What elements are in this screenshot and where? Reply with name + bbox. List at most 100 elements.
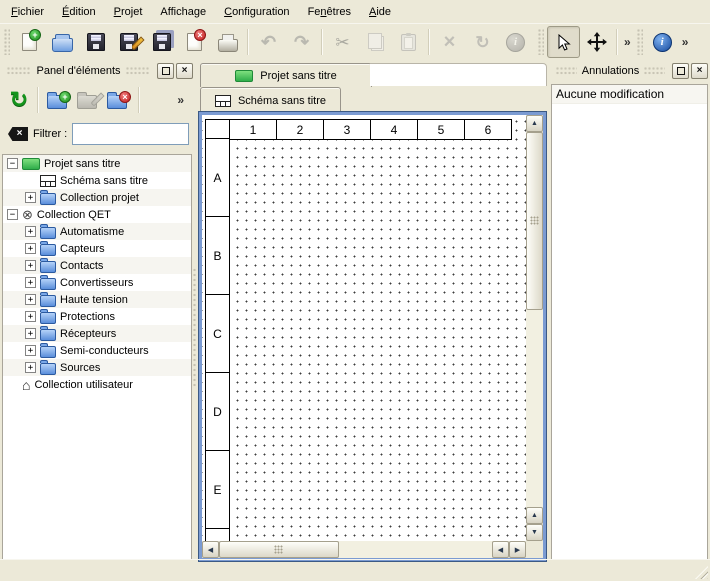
tree-item-collection-projet[interactable]: + Collection projet <box>3 189 191 206</box>
horizontal-scroll-track[interactable] <box>339 541 492 558</box>
delete-button[interactable]: × <box>433 26 466 58</box>
tree-item-automatisme[interactable]: + Automatisme <box>3 223 191 240</box>
expand-icon[interactable]: + <box>25 328 36 339</box>
tree-item-label: Récepteurs <box>60 328 116 340</box>
collapse-icon[interactable]: − <box>7 158 18 169</box>
reload-collections-button[interactable]: ↻ <box>4 85 34 115</box>
tree-item-contacts[interactable]: + Contacts <box>3 257 191 274</box>
tree-item-semi-conducteurs[interactable]: + Semi-conducteurs <box>3 342 191 359</box>
expand-icon[interactable]: + <box>25 345 36 356</box>
vertical-scroll-track[interactable] <box>526 310 543 507</box>
filter-input[interactable] <box>72 123 189 145</box>
undo-panel-titlebar[interactable]: Annulations × <box>551 62 708 80</box>
open-project-button[interactable] <box>46 26 79 58</box>
toolbar-drag-handle[interactable] <box>637 29 643 55</box>
scroll-left-button[interactable]: ◀ <box>202 541 219 558</box>
tree-item-label: Collection QET <box>37 209 111 221</box>
undo-history-list[interactable]: Aucune modification <box>551 84 708 560</box>
menu-projet[interactable]: Projet <box>105 3 152 21</box>
menu-aide[interactable]: Aide <box>360 3 400 21</box>
restore-icon <box>677 67 685 75</box>
expand-icon[interactable]: + <box>25 362 36 373</box>
undo-button[interactable]: ↶ <box>252 26 285 58</box>
expand-icon[interactable]: + <box>25 192 36 203</box>
tab-schema-sans-titre[interactable]: Schéma sans titre <box>200 87 341 113</box>
expand-icon[interactable]: + <box>25 260 36 271</box>
float-panel-button[interactable] <box>157 63 174 79</box>
new-project-button[interactable]: + <box>13 26 46 58</box>
toolbar-drag-handle[interactable] <box>538 29 544 55</box>
expand-icon[interactable]: + <box>25 226 36 237</box>
toolbar-drag-handle[interactable] <box>4 29 10 55</box>
undo-list-item[interactable]: Aucune modification <box>552 85 707 104</box>
about-info-button[interactable]: i <box>646 26 679 58</box>
scroll-left-button-right[interactable]: ◀ <box>492 541 509 558</box>
project-icon <box>235 70 253 82</box>
expand-icon[interactable]: + <box>25 243 36 254</box>
element-info-button[interactable]: i <box>499 26 532 58</box>
refresh-icon: ↻ <box>10 89 28 111</box>
tree-item-collection-utilisateur[interactable]: ⌂ Collection utilisateur <box>3 376 191 393</box>
tab-bar-filler <box>370 63 547 86</box>
tree-item-convertisseurs[interactable]: + Convertisseurs <box>3 274 191 291</box>
menu-fenetres[interactable]: Fenêtres <box>299 3 360 21</box>
delete-category-button[interactable]: × <box>102 85 132 115</box>
save-all-button[interactable] <box>145 26 178 58</box>
tree-item-protections[interactable]: + Protections <box>3 308 191 325</box>
vertical-scrollbar[interactable]: ▲ ▲ ▼ <box>526 115 543 541</box>
clear-filter-icon[interactable]: × <box>8 127 28 141</box>
expand-icon[interactable]: + <box>25 311 36 322</box>
new-category-button[interactable]: + <box>42 85 72 115</box>
toolbar-overflow-chevron[interactable]: » <box>621 35 634 49</box>
tree-item-projet-sans-titre[interactable]: − Projet sans titre <box>3 155 191 172</box>
copy-button[interactable] <box>359 26 392 58</box>
cut-button[interactable]: ✂ <box>326 26 359 58</box>
diagram-view[interactable]: 1 2 3 4 5 6 A B C D E ▲ ▲ ▼ ◀ ◀ ▶ <box>199 112 546 561</box>
menu-configuration[interactable]: Configuration <box>215 3 298 21</box>
selection-mode-button[interactable] <box>547 26 580 58</box>
float-panel-button[interactable] <box>672 63 689 79</box>
tree-item-label: Collection utilisateur <box>34 379 132 391</box>
panel-splitter-handle[interactable] <box>193 268 198 388</box>
tree-item-sources[interactable]: + Sources <box>3 359 191 376</box>
print-button[interactable] <box>211 26 244 58</box>
toolbar-overflow-chevron[interactable]: » <box>679 35 692 49</box>
tree-item-collection-qet[interactable]: − ⊗ Collection QET <box>3 206 191 223</box>
redo-button[interactable]: ↷ <box>285 26 318 58</box>
expand-icon[interactable]: + <box>25 277 36 288</box>
elements-panel-titlebar[interactable]: Panel d'éléments × <box>2 62 193 80</box>
panel-toolbar-overflow-chevron[interactable]: » <box>174 93 187 107</box>
save-as-button[interactable] <box>112 26 145 58</box>
scroll-up-button-bottom[interactable]: ▲ <box>526 507 543 524</box>
scroll-right-button[interactable]: ▶ <box>509 541 526 558</box>
move-mode-button[interactable] <box>580 26 613 58</box>
tree-item-capteurs[interactable]: + Capteurs <box>3 240 191 257</box>
horizontal-scrollbar[interactable]: ◀ ◀ ▶ <box>202 541 526 558</box>
scroll-down-button[interactable]: ▼ <box>526 524 543 541</box>
move-cross-icon <box>587 32 607 52</box>
rotate-button[interactable]: ↻ <box>466 26 499 58</box>
menu-fichier[interactable]: Fichier <box>2 3 53 21</box>
menu-edition[interactable]: Édition <box>53 3 105 21</box>
save-button[interactable] <box>79 26 112 58</box>
scroll-up-button[interactable]: ▲ <box>526 115 543 132</box>
menu-affichage[interactable]: Affichage <box>151 3 215 21</box>
collapse-icon[interactable]: − <box>7 209 18 220</box>
edit-category-button[interactable] <box>72 85 102 115</box>
vertical-scroll-thumb[interactable] <box>526 132 543 310</box>
paste-button[interactable] <box>392 26 425 58</box>
horizontal-scroll-thumb[interactable] <box>219 541 339 558</box>
close-panel-button[interactable]: × <box>691 63 708 79</box>
expand-icon[interactable]: + <box>25 294 36 305</box>
tree-item-haute-tension[interactable]: + Haute tension <box>3 291 191 308</box>
column-label: 2 <box>276 119 324 140</box>
close-file-button[interactable]: × <box>178 26 211 58</box>
column-label: 5 <box>417 119 465 140</box>
tree-item-schema-sans-titre[interactable]: Schéma sans titre <box>3 172 191 189</box>
info-icon-blue: i <box>653 33 672 52</box>
schema-canvas[interactable]: 1 2 3 4 5 6 A B C D E <box>202 115 526 541</box>
resize-grip[interactable] <box>695 566 708 579</box>
tab-projet-sans-titre[interactable]: Projet sans titre <box>200 63 372 87</box>
close-panel-button[interactable]: × <box>176 63 193 79</box>
tree-item-recepteurs[interactable]: + Récepteurs <box>3 325 191 342</box>
